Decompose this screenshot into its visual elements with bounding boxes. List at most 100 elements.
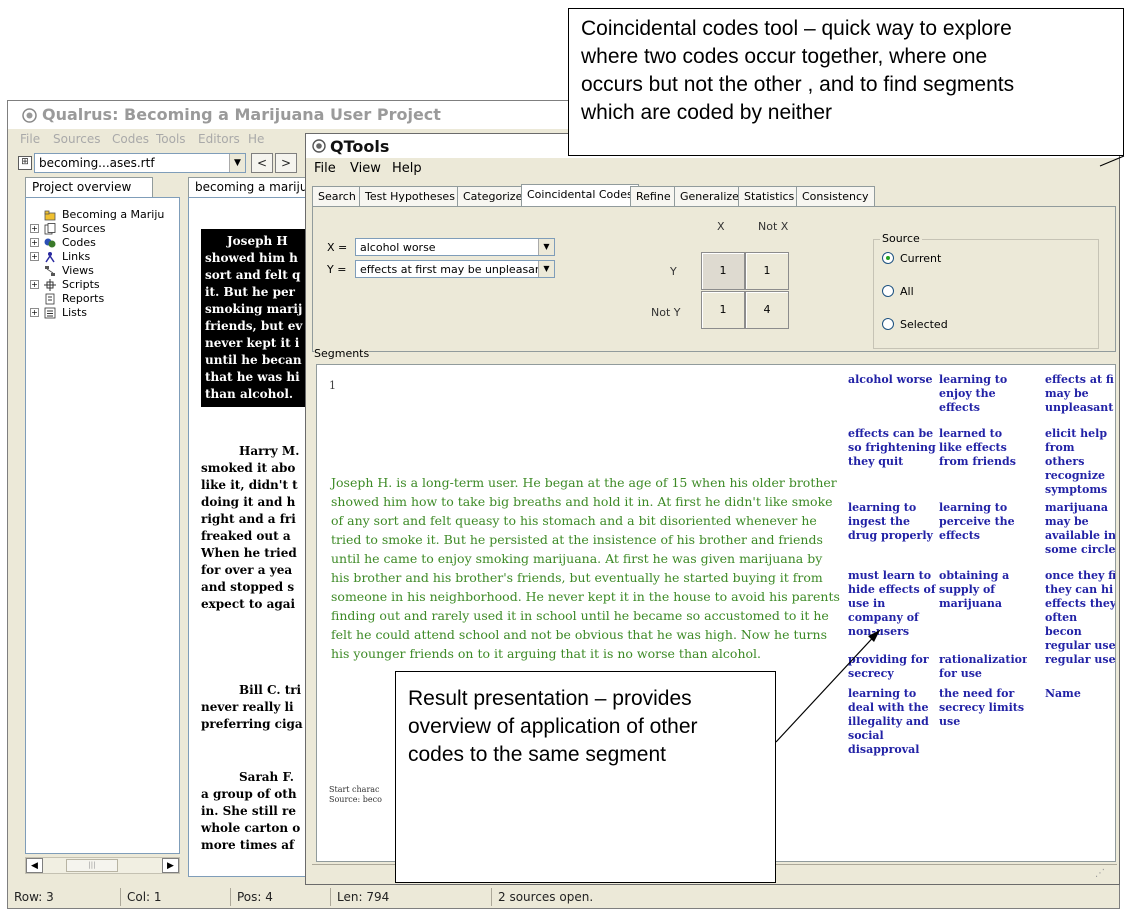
source-select[interactable]: becoming...ases.rtf ▼ [34,153,246,173]
applied-code-link[interactable]: once they fi they can hi effects they of… [1045,569,1115,653]
scroll-right-icon[interactable]: ▶ [162,858,179,873]
applied-code-link[interactable]: regular use [1045,653,1115,667]
expand-icon[interactable]: + [30,238,39,247]
applied-code-link[interactable]: learning to enjoy the effects [939,373,1027,415]
tab-document[interactable]: becoming a mariju [188,177,306,197]
y-label: Y = [327,263,347,276]
matrix-cell-not-y-x[interactable]: 1 [701,291,745,329]
tab-search[interactable]: Search [312,186,362,206]
doc-line: in. She still re [201,804,296,818]
applied-code-link[interactable]: must learn to hide effects of use in com… [848,569,936,639]
segment-number: 1 [329,379,336,392]
radio-button-selected[interactable] [882,252,894,264]
doc-line: sort and felt q [205,268,301,282]
callout-line: overview of application of other [408,715,698,738]
matrix-header-not-x: Not X [758,220,789,233]
applied-code-link[interactable]: learned to like effects from friends [939,427,1027,469]
scroll-left-icon[interactable]: ◀ [26,858,43,873]
scripts-icon [44,279,56,291]
tab-refine[interactable]: Refine [630,186,677,206]
applied-code-link[interactable]: Name [1045,687,1115,701]
applied-code-link[interactable]: obtaining a supply of marijuana [939,569,1027,611]
applied-code-link[interactable]: rationalizations for use [939,653,1027,681]
menu-file[interactable]: File [20,132,40,146]
tab-categorize[interactable]: Categorize [457,186,529,206]
lists-icon [44,307,56,319]
doc-paragraph-harry: Harry M. smoked it abo like it, didn't t… [201,443,317,613]
doc-line: When he tried [201,546,297,560]
documents-icon [44,223,56,235]
callout-line: codes to the same segment [408,743,666,766]
doc-line: smoked it abo [201,461,296,475]
tree-connector [30,266,39,275]
highlighted-passage: Joseph H showed him h sort and felt q it… [201,229,317,407]
doc-line: whole carton o [201,821,301,835]
matrix-cell-not-y-not-x[interactable]: 4 [745,291,789,329]
doc-line: Joseph H [227,234,288,248]
radio-button[interactable] [882,318,894,330]
folder-icon [44,210,56,221]
resize-grip-icon[interactable]: ⋰ [1095,868,1109,882]
tree-label: Views [62,264,94,277]
qtools-menu-file[interactable]: File [314,161,336,176]
views-icon [45,266,55,276]
nav-back-button[interactable]: < [251,153,273,173]
expand-icon[interactable]: + [30,308,39,317]
qtools-menu-view[interactable]: View [350,161,381,176]
applied-code-link[interactable]: alcohol worse [848,373,936,387]
tree-horizontal-scrollbar[interactable]: ◀ ||| ▶ [25,857,180,874]
codes-icon [44,238,56,248]
source-group-legend: Source [880,232,922,245]
applied-code-link[interactable]: learning to ingest the drug properly [848,501,936,543]
status-bar: Row: 3 Col: 1 Pos: 4 Len: 794 2 sources … [8,885,1119,909]
expand-icon[interactable]: + [30,224,39,233]
nav-forward-button[interactable]: > [275,153,297,173]
expand-icon[interactable]: + [30,280,39,289]
chevron-down-icon: ▼ [229,154,245,172]
applied-code-link[interactable]: learning to perceive the effects [939,501,1027,543]
segments-label: Segments [314,347,370,360]
tab-generalize[interactable]: Generalize [674,186,745,206]
matrix-cell-y-not-x[interactable]: 1 [745,252,789,290]
menu-sources[interactable]: Sources [53,132,100,146]
applied-code-link[interactable]: elicit help from others recognize sympto… [1045,427,1115,497]
doc-line: doing it and h [201,495,296,509]
menu-tools[interactable]: Tools [156,132,186,146]
segment-text[interactable]: Joseph H. is a long-term user. He began … [331,473,843,663]
tab-project-overview[interactable]: Project overview [25,177,153,197]
scroll-thumb[interactable]: ||| [66,859,118,872]
x-code-select[interactable]: alcohol worse ▼ [355,238,555,256]
applied-code-link[interactable]: marijuana may be available in some circl… [1045,501,1115,557]
doc-line: right and a fri [201,512,296,526]
document-view[interactable]: Joseph H showed him h sort and felt q it… [188,197,318,877]
applied-code-link[interactable]: the need for secrecy limits use [939,687,1027,729]
applied-code-link[interactable]: learning to deal with the illegality and… [848,687,936,757]
tab-statistics[interactable]: Statistics [738,186,801,206]
applied-code-link[interactable]: providing for secrecy [848,653,936,681]
radio-button[interactable] [882,285,894,297]
matrix-cell-y-x[interactable]: 1 [701,252,745,290]
menu-editors[interactable]: Editors [198,132,240,146]
tree-view-icon[interactable]: ⊞ [18,156,32,170]
doc-line: a group of oth [201,787,297,801]
tab-consistency[interactable]: Consistency [796,186,875,206]
radio-label: Current [900,252,942,265]
expand-icon[interactable]: + [30,252,39,261]
doc-line: until he becan [205,353,302,367]
tab-coincidental-codes[interactable]: Coincidental Codes [521,184,639,206]
doc-line: freaked out a [201,529,291,543]
menu-help[interactable]: He [248,132,264,146]
qtools-menubar: File View Help [306,158,1119,180]
applied-code-link[interactable]: effects can be so frightening they quit [848,427,936,469]
menu-codes[interactable]: Codes [112,132,149,146]
y-code-select[interactable]: effects at first may be unpleasant ▼ [355,260,555,278]
tab-test-hypotheses[interactable]: Test Hypotheses [359,186,461,206]
x-code-value: alcohol worse [360,241,436,254]
callout-line: where two codes occur together, where on… [581,45,988,68]
matrix-header-x: X [717,220,725,233]
radio-label: Selected [900,318,948,331]
applied-code-link[interactable]: effects at fi may be unpleasant [1045,373,1115,415]
qtools-menu-help[interactable]: Help [392,161,422,176]
doc-line: it. But he per [205,285,295,299]
status-len: Len: 794 [330,888,440,906]
